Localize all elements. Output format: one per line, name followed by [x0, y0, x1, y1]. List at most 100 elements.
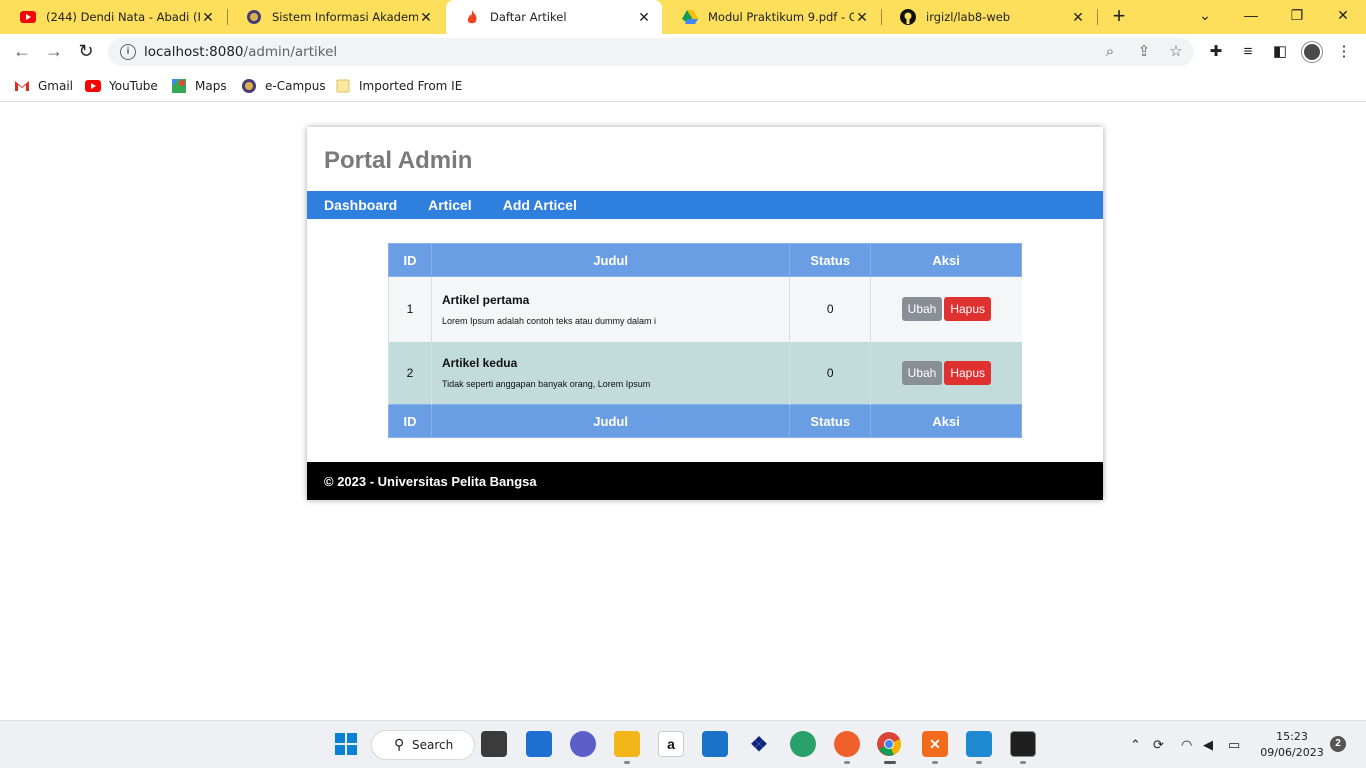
- menu-kebab-icon[interactable]: ⋮: [1334, 42, 1354, 62]
- address-bar[interactable]: i localhost:8080/admin/artikel ⌕ ⇪ ☆: [108, 38, 1194, 66]
- nav-dashboard[interactable]: Dashboard: [324, 197, 397, 213]
- task-view-icon[interactable]: [481, 731, 507, 757]
- bookmark-star-icon[interactable]: ☆: [1167, 43, 1185, 61]
- tab-siakad[interactable]: Sistem Informasi Akademik ✕: [228, 0, 444, 34]
- wifi-icon[interactable]: ◠: [1181, 737, 1192, 753]
- terminal-icon[interactable]: [1010, 731, 1036, 757]
- url-host: localhost:8080: [144, 44, 244, 60]
- bookmark-youtube[interactable]: YouTube: [85, 76, 158, 96]
- edit-button[interactable]: Ubah: [901, 360, 943, 385]
- cell-id: 1: [388, 276, 432, 342]
- tab-title: Sistem Informasi Akademik: [272, 10, 418, 24]
- window-close-icon[interactable]: ✕: [1320, 0, 1366, 30]
- amazon-icon[interactable]: a: [658, 731, 684, 757]
- minimize-icon[interactable]: —: [1228, 0, 1274, 30]
- sync-icon[interactable]: ⟳: [1153, 737, 1164, 753]
- main-nav: Dashboard Articel Add Articel: [307, 191, 1103, 219]
- volume-icon[interactable]: ◀: [1203, 737, 1213, 753]
- cell-status: 0: [789, 341, 871, 405]
- profile-avatar[interactable]: [1302, 42, 1322, 62]
- column-footer-judul: Judul: [430, 404, 791, 438]
- youtube-icon: [85, 78, 101, 94]
- battery-icon[interactable]: ▭: [1228, 737, 1240, 753]
- widgets-icon[interactable]: [526, 731, 552, 757]
- windows-start-icon[interactable]: [333, 731, 359, 757]
- site-info-icon[interactable]: i: [120, 44, 136, 60]
- forward-arrow-icon[interactable]: →: [42, 40, 66, 64]
- tab-title: (244) Dendi Nata - Abadi (Fe: [46, 10, 200, 24]
- dropbox-icon[interactable]: ❖: [746, 731, 772, 757]
- cell-status: 0: [789, 276, 871, 342]
- edit-button[interactable]: Ubah: [901, 297, 943, 322]
- tab-title: Modul Praktikum 9.pdf - Goo: [708, 10, 854, 24]
- page-container: Portal Admin Dashboard Articel Add Artic…: [307, 127, 1103, 500]
- bookmark-maps[interactable]: Maps: [171, 76, 227, 96]
- delete-button[interactable]: Hapus: [944, 360, 992, 385]
- table-footer-row: ID Judul Status Aksi: [388, 404, 1022, 438]
- column-header-aksi: Aksi: [870, 243, 1022, 277]
- tab-daftar-artikel[interactable]: Daftar Artikel ✕: [446, 0, 662, 34]
- clock[interactable]: 15:23 09/06/2023: [1252, 729, 1332, 761]
- article-excerpt: Tidak seperti anggapan banyak orang, Lor…: [441, 379, 651, 390]
- notification-badge[interactable]: 2: [1330, 736, 1346, 752]
- google-drive-icon: [682, 9, 698, 25]
- new-tab-button[interactable]: +: [1106, 4, 1132, 30]
- close-icon[interactable]: ✕: [200, 9, 216, 26]
- firefox-icon[interactable]: [834, 731, 860, 757]
- cell-aksi: Ubah Hapus: [870, 341, 1022, 405]
- tab-separator: [1097, 9, 1098, 25]
- bookmark-gmail[interactable]: Gmail: [14, 76, 73, 96]
- bookmark-label: Imported From IE: [359, 79, 463, 93]
- edge-icon[interactable]: [790, 731, 816, 757]
- bookmark-label: Gmail: [38, 79, 74, 93]
- github-icon: [900, 9, 916, 25]
- tab-search-chevron-icon[interactable]: ⌄: [1182, 0, 1228, 30]
- nav-add-articel[interactable]: Add Articel: [503, 197, 577, 213]
- reload-icon[interactable]: ↻: [74, 40, 98, 64]
- tab-github[interactable]: irgizl/lab8-web ✕: [882, 0, 1096, 34]
- tab-title: Daftar Artikel: [490, 10, 567, 24]
- chat-icon[interactable]: [570, 731, 596, 757]
- table-row: 2 Artikel kedua Tidak seperti anggapan b…: [388, 341, 1022, 405]
- file-explorer-icon[interactable]: [614, 731, 640, 757]
- search-icon: ⚲: [394, 737, 405, 753]
- main-content: ID Judul Status Aksi 1 Artikel pertama L…: [307, 219, 1103, 462]
- tab-modul-praktikum[interactable]: Modul Praktikum 9.pdf - Goo ✕: [664, 0, 880, 34]
- site-header: Portal Admin: [307, 127, 1103, 191]
- url-text[interactable]: localhost:8080/admin/artikel: [144, 44, 337, 60]
- store-icon[interactable]: [702, 731, 728, 757]
- chrome-icon[interactable]: [876, 731, 902, 757]
- taskbar-search-label: Search: [412, 738, 454, 752]
- codeigniter-icon: [464, 9, 480, 25]
- close-icon[interactable]: ✕: [636, 9, 652, 26]
- clock-time: 15:23: [1276, 730, 1308, 743]
- share-icon[interactable]: ⇪: [1135, 43, 1153, 61]
- media-queue-icon[interactable]: ≡: [1238, 42, 1258, 62]
- running-indicator: [1020, 761, 1026, 764]
- close-icon[interactable]: ✕: [418, 9, 434, 26]
- side-panel-icon[interactable]: ◧: [1270, 42, 1290, 62]
- bookmark-ecampus[interactable]: e-Campus: [241, 76, 326, 96]
- taskbar-search[interactable]: ⚲ Search: [371, 730, 475, 760]
- restore-icon[interactable]: ❐: [1274, 0, 1320, 30]
- url-path: /admin/artikel: [243, 44, 338, 60]
- running-indicator: [932, 761, 938, 764]
- running-indicator: [844, 761, 850, 764]
- clock-date: 09/06/2023: [1260, 746, 1324, 759]
- nav-articel[interactable]: Articel: [428, 197, 472, 213]
- zoom-icon[interactable]: ⌕: [1101, 43, 1119, 61]
- column-header-judul: Judul: [430, 243, 791, 277]
- column-footer-aksi: Aksi: [870, 404, 1022, 438]
- bookmark-folder-imported[interactable]: Imported From IE: [335, 76, 462, 96]
- xampp-icon[interactable]: ✕: [922, 731, 948, 757]
- close-icon[interactable]: ✕: [1070, 9, 1086, 26]
- chevron-up-icon[interactable]: ⌃: [1130, 737, 1141, 753]
- bookmark-label: YouTube: [109, 79, 158, 93]
- close-icon[interactable]: ✕: [854, 9, 870, 26]
- tab-youtube[interactable]: (244) Dendi Nata - Abadi (Fe ✕: [2, 0, 226, 34]
- back-arrow-icon[interactable]: ←: [10, 40, 34, 64]
- vscode-icon[interactable]: [966, 731, 992, 757]
- active-indicator: [884, 761, 896, 764]
- extensions-icon[interactable]: ✚: [1206, 42, 1226, 62]
- delete-button[interactable]: Hapus: [944, 297, 992, 322]
